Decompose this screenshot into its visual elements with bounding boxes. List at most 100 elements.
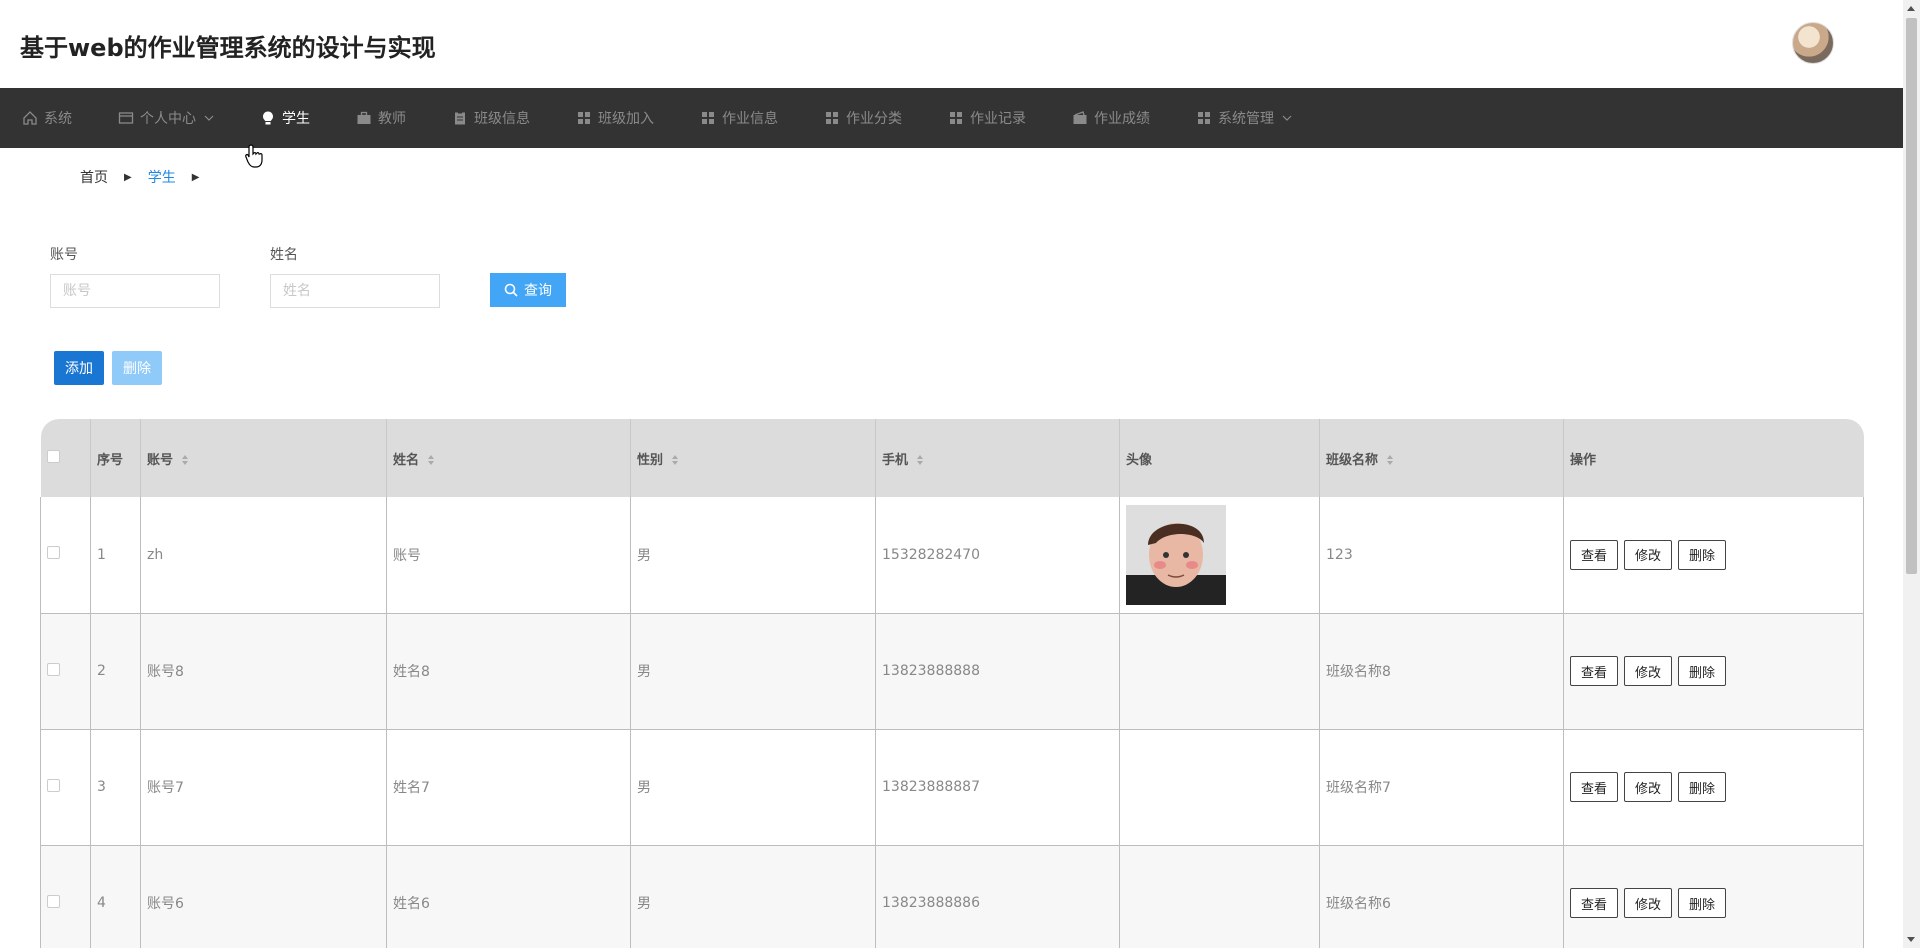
row-checkbox[interactable] <box>47 662 60 676</box>
sort-icon[interactable] <box>1386 454 1394 466</box>
nav-item-label: 作业信息 <box>722 111 778 127</box>
cell-actions: 查看 修改 删除 <box>1563 845 1864 948</box>
header-phone[interactable]: 手机 <box>875 419 1120 497</box>
query-button[interactable]: 查询 <box>490 273 566 307</box>
account-search-group: 账号 <box>50 244 220 308</box>
student-avatar-image <box>1126 504 1226 605</box>
page-scrollbar[interactable] <box>1903 0 1920 948</box>
row-select-cell[interactable] <box>40 729 91 845</box>
sort-icon[interactable] <box>916 454 924 466</box>
add-button[interactable]: 添加 <box>54 351 104 385</box>
delete-button[interactable]: 删除 <box>1678 539 1727 570</box>
nav-item-3[interactable]: 教师 <box>356 88 406 148</box>
cell-avatar <box>1119 613 1320 729</box>
cell-index: 3 <box>90 729 141 845</box>
cell-class-name: 班级名称6 <box>1319 845 1564 948</box>
row-checkbox[interactable] <box>47 778 60 792</box>
edit-button[interactable]: 修改 <box>1624 539 1673 570</box>
grid-icon <box>1198 112 1210 124</box>
account-input[interactable] <box>50 274 220 308</box>
nav-item-8[interactable]: 作业记录 <box>948 88 1026 148</box>
search-icon <box>504 283 518 297</box>
nav-item-label: 学生 <box>282 111 310 127</box>
nav-item-9[interactable]: 作业成绩 <box>1072 88 1150 148</box>
cell-account: 账号7 <box>140 729 387 845</box>
user-avatar[interactable] <box>1792 22 1834 64</box>
cell-gender: 男 <box>630 497 876 613</box>
cell-avatar <box>1119 729 1320 845</box>
edit-button[interactable]: 修改 <box>1624 888 1673 918</box>
cell-account: 账号8 <box>140 613 387 729</box>
app-header: 基于web的作业管理系统的设计与实现 <box>0 0 1920 88</box>
batch-delete-button[interactable]: 删除 <box>112 351 162 385</box>
delete-button[interactable]: 删除 <box>1678 656 1727 686</box>
table-row: 2 账号8 姓名8 男 13823888888 班级名称8 查看 修改 删除 <box>40 613 1864 729</box>
nav-item-label: 教师 <box>378 111 406 127</box>
wallet-icon <box>1073 111 1087 124</box>
nav-item-label: 作业记录 <box>970 111 1026 127</box>
sort-icon[interactable] <box>671 454 679 466</box>
name-input[interactable] <box>270 274 440 308</box>
cell-index: 4 <box>90 845 141 948</box>
nav-item-label: 班级加入 <box>598 111 654 127</box>
view-button[interactable]: 查看 <box>1570 539 1619 570</box>
edit-button[interactable]: 修改 <box>1624 772 1673 802</box>
nav-item-label: 系统 <box>44 111 72 127</box>
table-row: 3 账号7 姓名7 男 13823888887 班级名称7 查看 修改 删除 <box>40 729 1864 845</box>
nav-item-label: 个人中心 <box>140 111 196 127</box>
breadcrumb-separator-icon: ▶ <box>124 171 132 183</box>
header-account[interactable]: 账号 <box>140 419 387 497</box>
breadcrumb-current[interactable]: 学生 <box>148 167 176 187</box>
header-name[interactable]: 姓名 <box>386 419 631 497</box>
nav-item-7[interactable]: 作业分类 <box>824 88 902 148</box>
delete-button[interactable]: 删除 <box>1678 888 1727 918</box>
table-header-row: 序号 账号 姓名 性别 手机 头像 班级名称 操作 <box>40 419 1864 497</box>
cell-name: 姓名7 <box>386 729 631 845</box>
cell-phone: 15328282470 <box>875 497 1120 613</box>
table-row: 1 zh 账号男 15328282470 123 查看 修改 删除 <box>40 497 1864 613</box>
header-gender[interactable]: 性别 <box>630 419 876 497</box>
table-row: 4 账号6 姓名6 男 13823888886 班级名称6 查看 修改 删除 <box>40 845 1864 948</box>
header-select-all[interactable] <box>40 419 91 497</box>
cell-account: zh <box>140 497 387 613</box>
view-button[interactable]: 查看 <box>1570 772 1619 802</box>
nav-item-0[interactable]: 系统 <box>22 88 72 148</box>
header-class-name-label: 班级名称 <box>1326 452 1379 468</box>
student-table: 序号 账号 姓名 性别 手机 头像 班级名称 操作 1 zh 账号男 15328282… <box>40 419 1864 948</box>
nav-item-6[interactable]: 作业信息 <box>700 88 778 148</box>
row-select-cell[interactable] <box>40 613 91 729</box>
view-button[interactable]: 查看 <box>1570 888 1619 918</box>
edit-button[interactable]: 修改 <box>1624 656 1673 686</box>
bulb-icon <box>263 111 273 125</box>
sort-icon[interactable] <box>181 454 189 466</box>
cell-index: 2 <box>90 613 141 729</box>
header-phone-label: 手机 <box>882 452 909 468</box>
row-select-cell[interactable] <box>40 845 91 948</box>
clipboard-icon <box>455 111 465 125</box>
scroll-thumb[interactable] <box>1906 18 1917 574</box>
row-checkbox[interactable] <box>47 546 60 560</box>
view-button[interactable]: 查看 <box>1570 656 1619 686</box>
row-checkbox[interactable] <box>47 894 60 908</box>
sort-icon[interactable] <box>427 454 435 466</box>
breadcrumb-home[interactable]: 首页 <box>80 167 108 187</box>
delete-button[interactable]: 删除 <box>1678 772 1727 802</box>
nav-item-10[interactable]: 系统管理 <box>1196 88 1292 148</box>
cell-avatar <box>1119 845 1320 948</box>
query-button-label: 查询 <box>524 282 552 298</box>
scroll-down-icon[interactable] <box>1907 937 1915 942</box>
nav-item-4[interactable]: 班级信息 <box>452 88 530 148</box>
select-all-checkbox[interactable] <box>46 449 60 463</box>
grid-icon <box>702 112 714 124</box>
name-label: 姓名 <box>270 247 298 263</box>
header-class-name[interactable]: 班级名称 <box>1319 419 1564 497</box>
nav-item-2[interactable]: 学生 <box>260 88 310 148</box>
nav-item-1[interactable]: 个人中心 <box>118 88 214 148</box>
name-search-group: 姓名 <box>270 244 440 308</box>
nav-item-label: 作业成绩 <box>1094 111 1150 127</box>
briefcase-icon <box>357 111 371 124</box>
nav-item-label: 作业分类 <box>846 111 902 127</box>
scroll-up-icon[interactable] <box>1907 6 1915 11</box>
nav-item-5[interactable]: 班级加入 <box>576 88 654 148</box>
row-select-cell[interactable] <box>40 497 91 613</box>
